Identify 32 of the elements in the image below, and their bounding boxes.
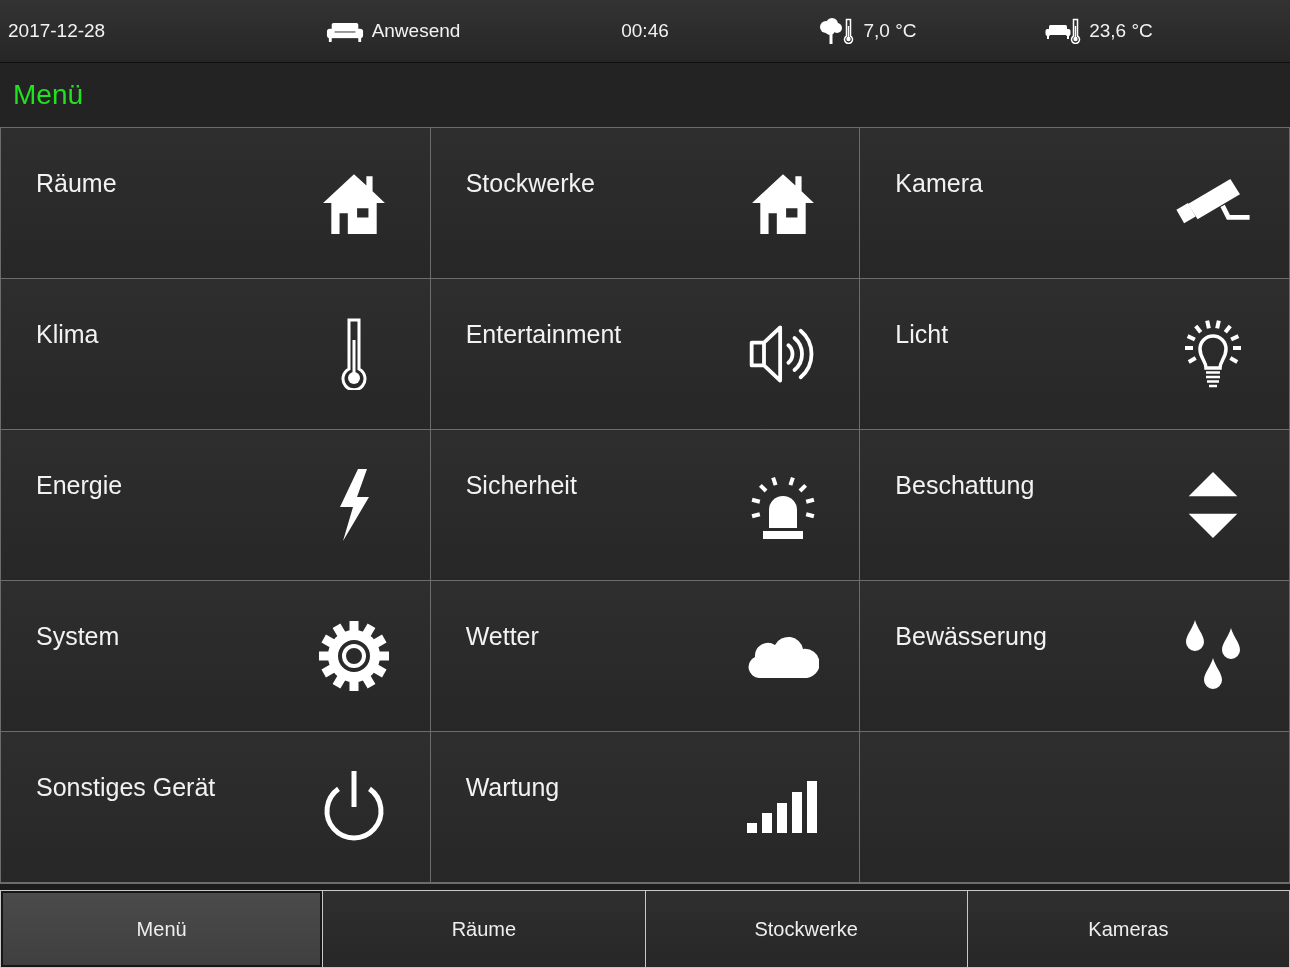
menu-tile[interactable]: System: [1, 581, 430, 731]
menu-tile[interactable]: Wetter: [430, 581, 860, 731]
status-text: Anwesend: [371, 20, 461, 42]
menu-tile[interactable]: Licht: [860, 279, 1289, 429]
menu-tile[interactable]: Beschattung: [860, 430, 1289, 580]
water-drops-icon: [1185, 620, 1241, 692]
menu-tile[interactable]: Sonstiges Gerät: [1, 732, 430, 882]
sofa-thermometer-icon: [1045, 18, 1082, 44]
settings-icon: [317, 620, 390, 692]
menu-tile[interactable]: Stockwerke: [430, 128, 860, 278]
tab[interactable]: Menü: [0, 890, 323, 968]
menu-tile[interactable]: Kamera: [860, 128, 1289, 278]
up-down-arrows-icon: [1187, 470, 1239, 540]
sofa-icon: [325, 20, 364, 42]
signal-bars-icon: [747, 781, 820, 833]
tree-thermometer-icon: [819, 18, 856, 44]
menu-tile[interactable]: Räume: [1, 128, 430, 278]
tab[interactable]: Kameras: [966, 890, 1290, 968]
status-text: 7,0 °C: [863, 20, 917, 42]
menu-tile[interactable]: Entertainment: [430, 279, 860, 429]
menu-tile[interactable]: Klima: [1, 279, 430, 429]
status-text: 00:46: [621, 20, 669, 42]
menu-tile[interactable]: Energie: [1, 430, 430, 580]
thermometer-icon: [339, 318, 368, 390]
tab[interactable]: Stockwerke: [644, 890, 967, 968]
tab[interactable]: Räume: [322, 890, 645, 968]
page-title: Menü: [13, 79, 84, 111]
status-text: 2017-12-28: [8, 20, 106, 42]
menu-tile[interactable]: Bewässerung: [860, 581, 1289, 731]
menu-tile[interactable]: Wartung: [430, 732, 860, 882]
status-text: 23,6 °C: [1089, 20, 1153, 42]
menu-tile[interactable]: Sicherheit: [430, 430, 860, 580]
